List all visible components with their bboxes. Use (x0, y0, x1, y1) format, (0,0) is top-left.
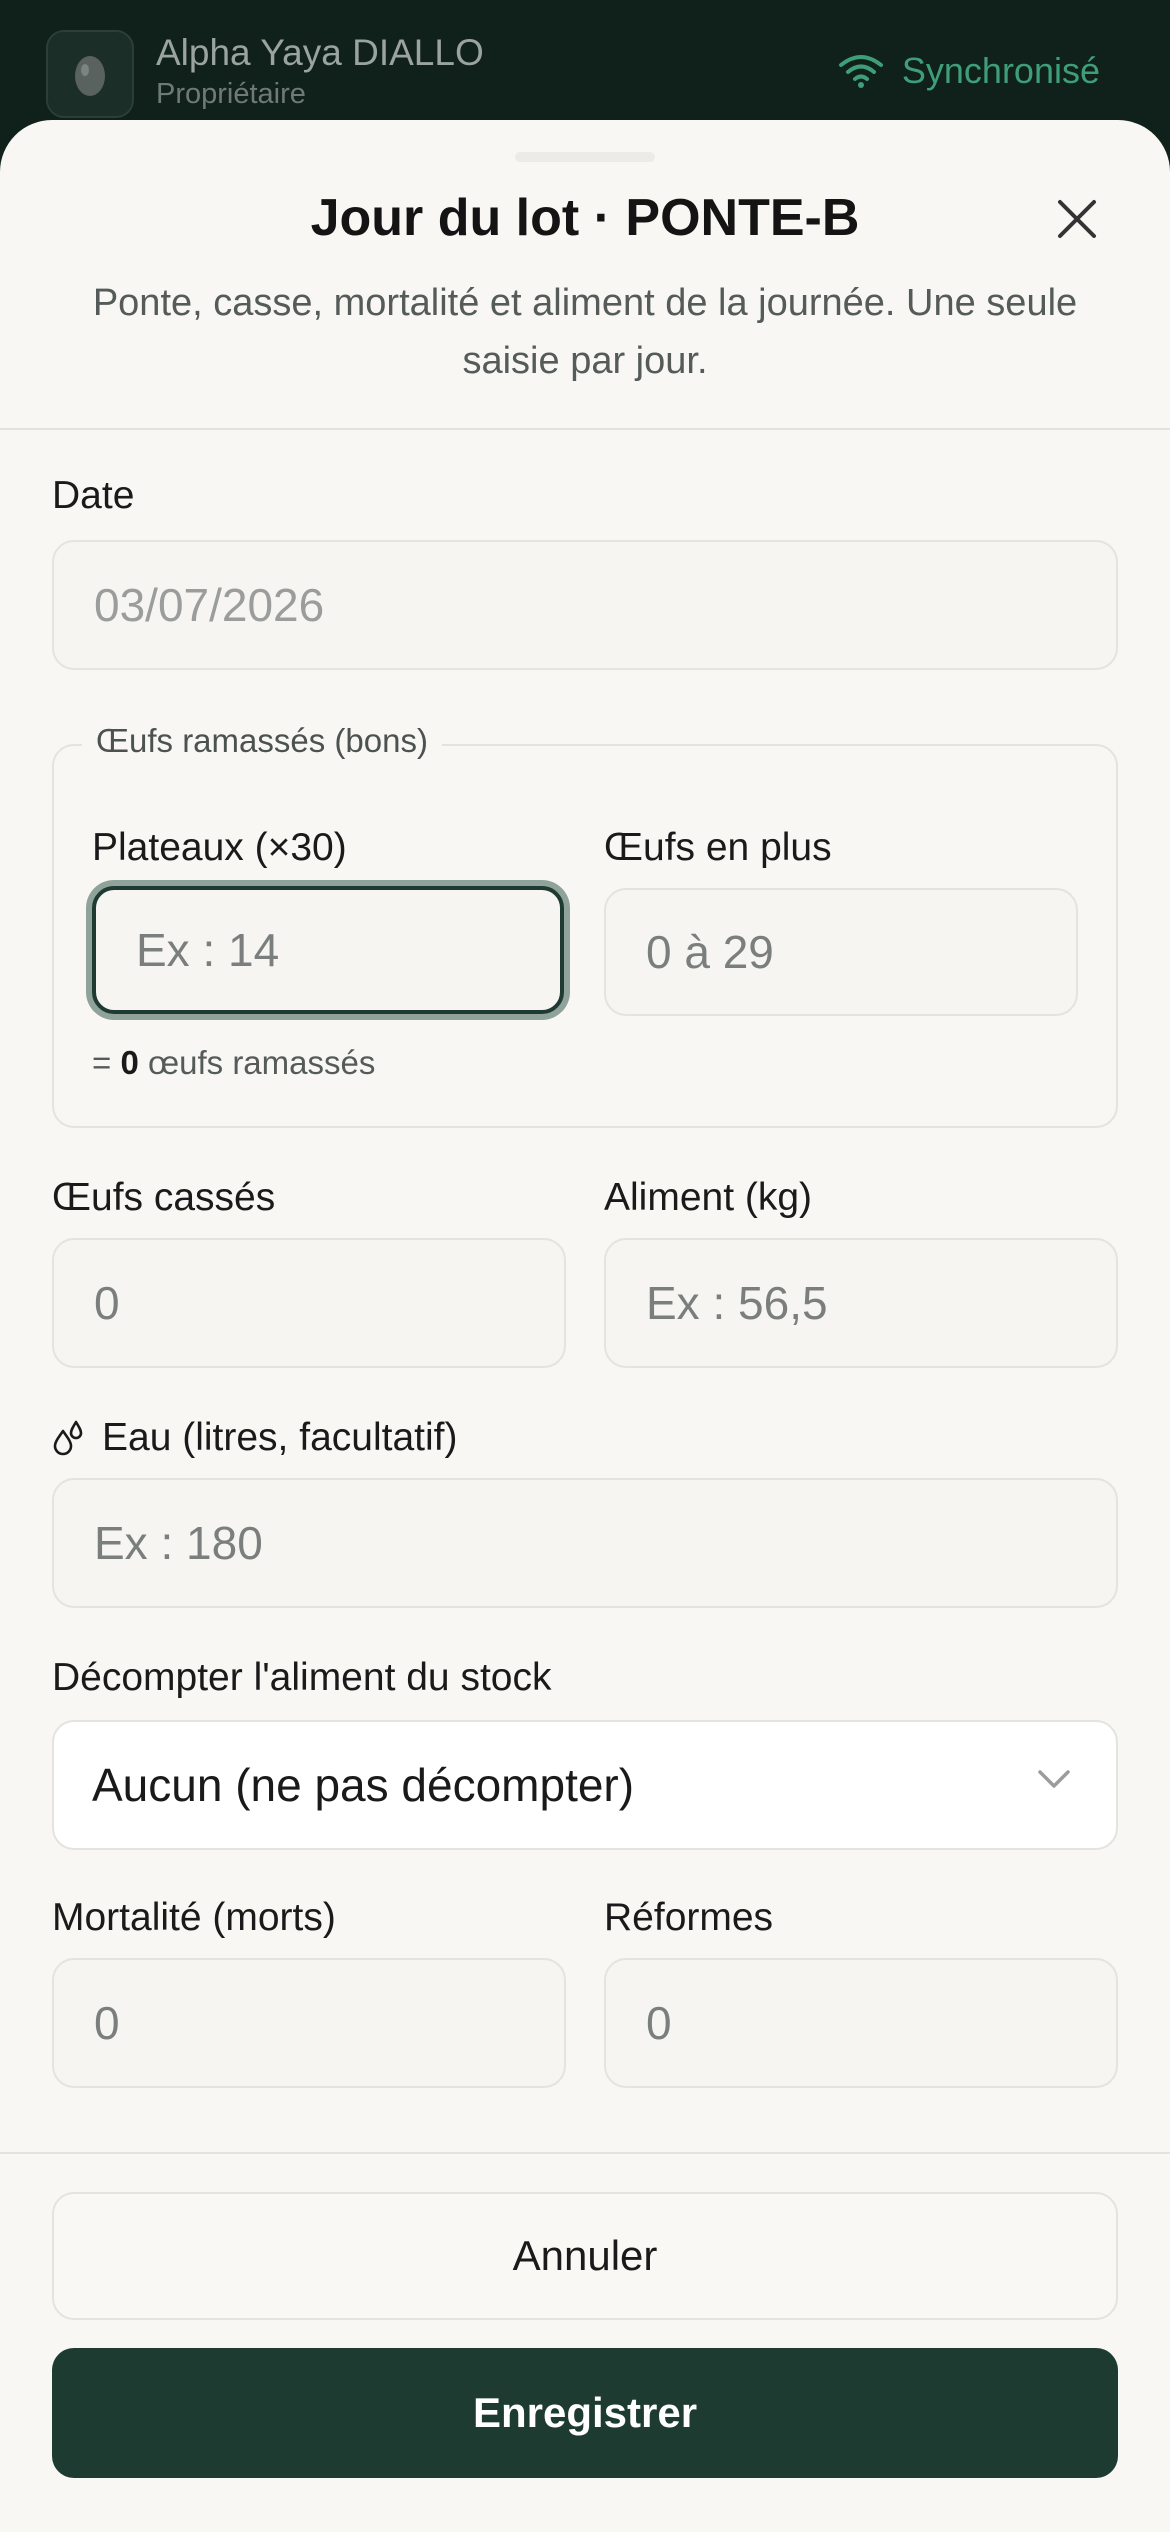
eggs-legend: Œufs ramassés (bons) (82, 722, 442, 760)
broken-eggs-input[interactable]: 0 (52, 1238, 566, 1368)
extra-eggs-label: Œufs en plus (604, 826, 832, 869)
feed-label: Aliment (kg) (604, 1176, 813, 1219)
wifi-icon (838, 55, 883, 88)
user-name: Alpha Yaya DIALLO (156, 32, 484, 73)
hint-suffix: œufs ramassés (147, 1044, 376, 1081)
cancel-button[interactable]: Annuler (52, 2192, 1118, 2320)
trays-input[interactable]: Ex : 14 (92, 886, 564, 1014)
stock-selected-value: Aucun (ne pas décompter) (92, 1759, 635, 1811)
stock-select[interactable]: Aucun (ne pas décompter) (52, 1720, 1118, 1850)
culls-input[interactable]: 0 (604, 1958, 1118, 2088)
sheet-title: Jour du lot · PONTE-B (310, 189, 860, 247)
date-label: Date (52, 474, 135, 517)
water-input[interactable]: Ex : 180 (52, 1478, 1118, 1608)
close-button[interactable] (1044, 186, 1110, 252)
trays-label: Plateaux (×30) (92, 826, 347, 869)
hint-count: 0 (120, 1044, 139, 1081)
save-button[interactable]: Enregistrer (52, 2348, 1118, 2478)
avatar[interactable] (46, 30, 134, 118)
daily-entry-sheet: Jour du lot · PONTE-B Ponte, casse, mort… (0, 120, 1170, 2532)
footer-divider (0, 2152, 1170, 2154)
user-role: Propriétaire (156, 78, 306, 110)
culls-label: Réformes (604, 1896, 774, 1939)
date-field[interactable]: 03/07/2026 (52, 540, 1118, 670)
eggs-total-hint: = 0 œufs ramassés (92, 1044, 375, 1082)
close-icon (1058, 200, 1096, 238)
feed-input[interactable]: Ex : 56,5 (604, 1238, 1118, 1368)
hint-prefix: = (92, 1044, 112, 1081)
sync-label: Synchronisé (901, 50, 1100, 91)
extra-eggs-input[interactable]: 0 à 29 (604, 888, 1078, 1016)
sheet-grabber[interactable] (515, 152, 655, 162)
egg-icon (75, 56, 105, 96)
header-divider (0, 428, 1170, 430)
water-label: Eau (litres, facultatif) (52, 1416, 457, 1460)
broken-eggs-label: Œufs cassés (52, 1176, 276, 1219)
water-label-text: Eau (litres, facultatif) (102, 1416, 458, 1459)
sheet-subtitle: Ponte, casse, mortalité et aliment de la… (92, 282, 1078, 382)
droplets-icon (53, 1420, 83, 1456)
sync-status: Synchronisé (838, 50, 1100, 92)
chevron-down-icon (1038, 1770, 1070, 1788)
mortality-input[interactable]: 0 (52, 1958, 566, 2088)
mortality-label: Mortalité (morts) (52, 1896, 336, 1939)
stock-label: Décompter l'aliment du stock (52, 1656, 552, 1699)
